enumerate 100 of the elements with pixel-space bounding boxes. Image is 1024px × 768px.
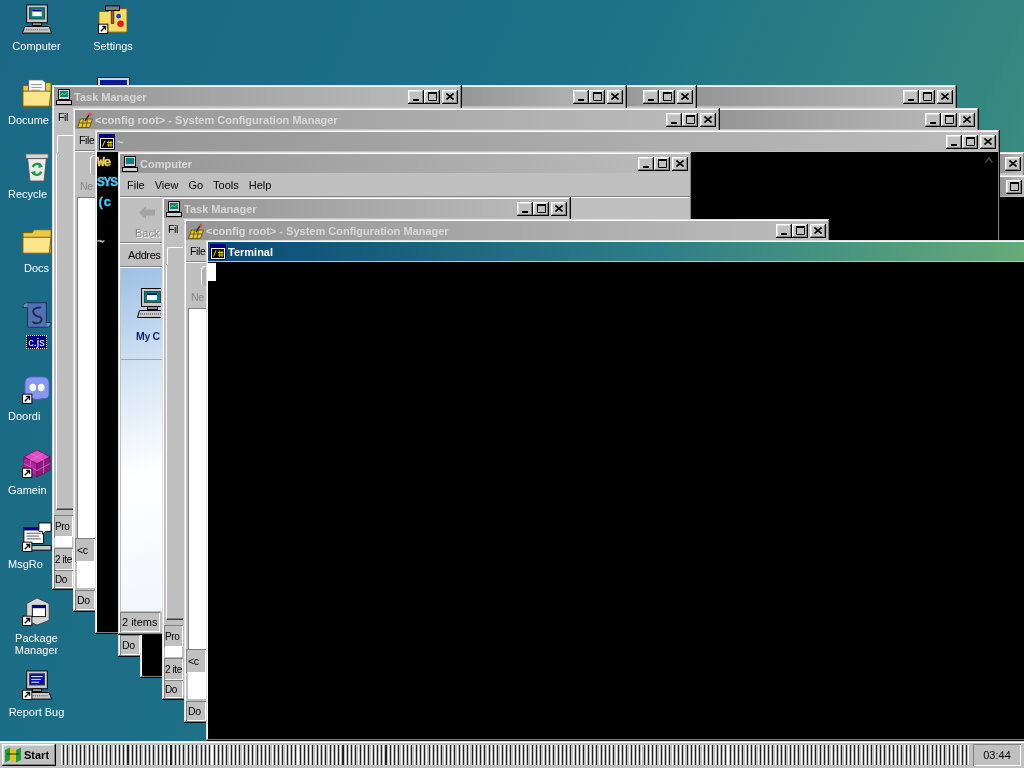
maximize-button[interactable] <box>941 112 957 127</box>
icon-label[interactable]: c.js <box>26 335 47 349</box>
close-icon <box>814 227 822 234</box>
maximize-button[interactable] <box>682 112 698 127</box>
close-button[interactable] <box>551 201 567 216</box>
menu-item[interactable]: Fil <box>54 110 69 124</box>
minimize-icon <box>951 143 957 146</box>
menu-item[interactable]: File <box>122 178 150 192</box>
icon-label[interactable]: Settings <box>91 39 135 53</box>
close-button[interactable] <box>442 89 458 104</box>
minimize-button[interactable] <box>573 89 589 104</box>
icon-label[interactable]: Gamein <box>6 483 49 497</box>
menu-item[interactable]: View <box>149 178 184 192</box>
maximize-button[interactable] <box>792 223 808 238</box>
menu-item[interactable]: Go <box>183 178 209 192</box>
minimize-icon <box>522 210 528 213</box>
close-button[interactable] <box>937 89 953 104</box>
maximize-icon <box>965 137 975 146</box>
minimize-icon <box>671 121 677 124</box>
grid-icon <box>188 222 204 239</box>
maximize-button[interactable] <box>654 156 670 171</box>
status-bar-field: <c <box>75 538 95 562</box>
close-button[interactable] <box>1005 156 1021 171</box>
icon-label[interactable]: Doordi <box>6 409 43 423</box>
icon-label[interactable]: Docs <box>21 261 52 275</box>
computer-icon[interactable] <box>21 4 52 34</box>
title-bar[interactable] <box>697 87 955 106</box>
status-bar-field: 2 items <box>120 612 160 632</box>
terminal-text: SYS <box>97 174 117 192</box>
chat-window-icon[interactable] <box>21 522 52 552</box>
window-title: ~ <box>117 134 124 149</box>
folder-icon[interactable] <box>21 226 52 256</box>
minimize-icon <box>578 98 584 101</box>
field-label: Ne <box>80 180 93 192</box>
close-icon <box>704 116 712 123</box>
title-bar[interactable] <box>462 87 625 106</box>
minimize-button[interactable] <box>638 156 654 171</box>
list-view[interactable] <box>188 308 206 649</box>
icon-label[interactable]: Computer <box>10 39 63 53</box>
minimize-button[interactable] <box>517 201 533 216</box>
close-button[interactable] <box>980 134 996 149</box>
blob-face-icon[interactable] <box>21 374 52 404</box>
minimize-button[interactable] <box>666 112 682 127</box>
grid-icon <box>77 111 93 128</box>
title-bar[interactable] <box>1000 154 1023 173</box>
address-label: Addres <box>128 249 161 261</box>
computer-icon[interactable] <box>21 670 52 700</box>
menu-item[interactable]: Fil <box>164 222 179 236</box>
maximize-button[interactable] <box>533 201 549 216</box>
close-icon <box>963 116 971 123</box>
maximize-button[interactable] <box>659 89 675 104</box>
minimize-button[interactable] <box>776 223 792 238</box>
title-bar[interactable] <box>1000 177 1024 196</box>
close-icon <box>611 93 619 100</box>
menu-item[interactable]: Help <box>243 178 277 192</box>
maximize-button[interactable] <box>962 134 978 149</box>
minimize-button[interactable] <box>408 89 424 104</box>
icon-label[interactable]: Report Bug <box>6 705 67 719</box>
left-arrow-icon <box>139 206 156 219</box>
tools-folder-icon[interactable] <box>98 4 128 34</box>
minimize-button[interactable] <box>643 89 659 104</box>
maximize-button[interactable] <box>424 89 440 104</box>
icon-label[interactable]: Recycle <box>6 187 50 201</box>
close-button[interactable] <box>959 112 975 127</box>
cube-icon[interactable] <box>21 448 52 478</box>
title-bar[interactable] <box>627 87 695 106</box>
start-icon <box>5 747 21 763</box>
maximize-button[interactable] <box>1006 179 1022 194</box>
close-button[interactable] <box>810 223 826 238</box>
minimize-button[interactable] <box>925 112 941 127</box>
minimize-button[interactable] <box>946 134 962 149</box>
list-view[interactable] <box>77 197 95 538</box>
menu-item[interactable]: File <box>75 133 96 147</box>
close-button[interactable] <box>607 89 623 104</box>
menu-item[interactable]: File <box>186 244 207 258</box>
computer-icon <box>56 88 72 105</box>
window-title: Computer <box>140 156 192 171</box>
start-button[interactable]: Start <box>2 744 56 766</box>
icon-label[interactable]: Docume <box>6 113 51 127</box>
maximize-button[interactable] <box>589 89 605 104</box>
icon-label[interactable]: Package Manager <box>0 631 73 657</box>
close-button[interactable] <box>700 112 716 127</box>
terminal-text: (c <box>97 194 111 212</box>
close-icon <box>446 93 454 100</box>
icon-label[interactable]: MsgRo <box>6 557 45 571</box>
title-bar[interactable]: Terminal <box>208 242 1024 261</box>
minimize-button[interactable] <box>903 89 919 104</box>
maximize-button[interactable] <box>919 89 935 104</box>
package-icon[interactable] <box>21 596 52 626</box>
blank-field <box>165 647 182 657</box>
folder-icon[interactable] <box>21 78 52 108</box>
computer-icon <box>166 200 182 217</box>
terminal-icon <box>210 243 226 260</box>
close-button[interactable] <box>672 156 688 171</box>
title-bar[interactable] <box>720 110 977 129</box>
script-icon[interactable] <box>21 300 52 330</box>
menu-item[interactable]: Tools <box>208 178 244 192</box>
close-button[interactable] <box>677 89 693 104</box>
status-bar-field: Do <box>186 701 206 721</box>
terminal-text: ~ <box>97 234 104 252</box>
